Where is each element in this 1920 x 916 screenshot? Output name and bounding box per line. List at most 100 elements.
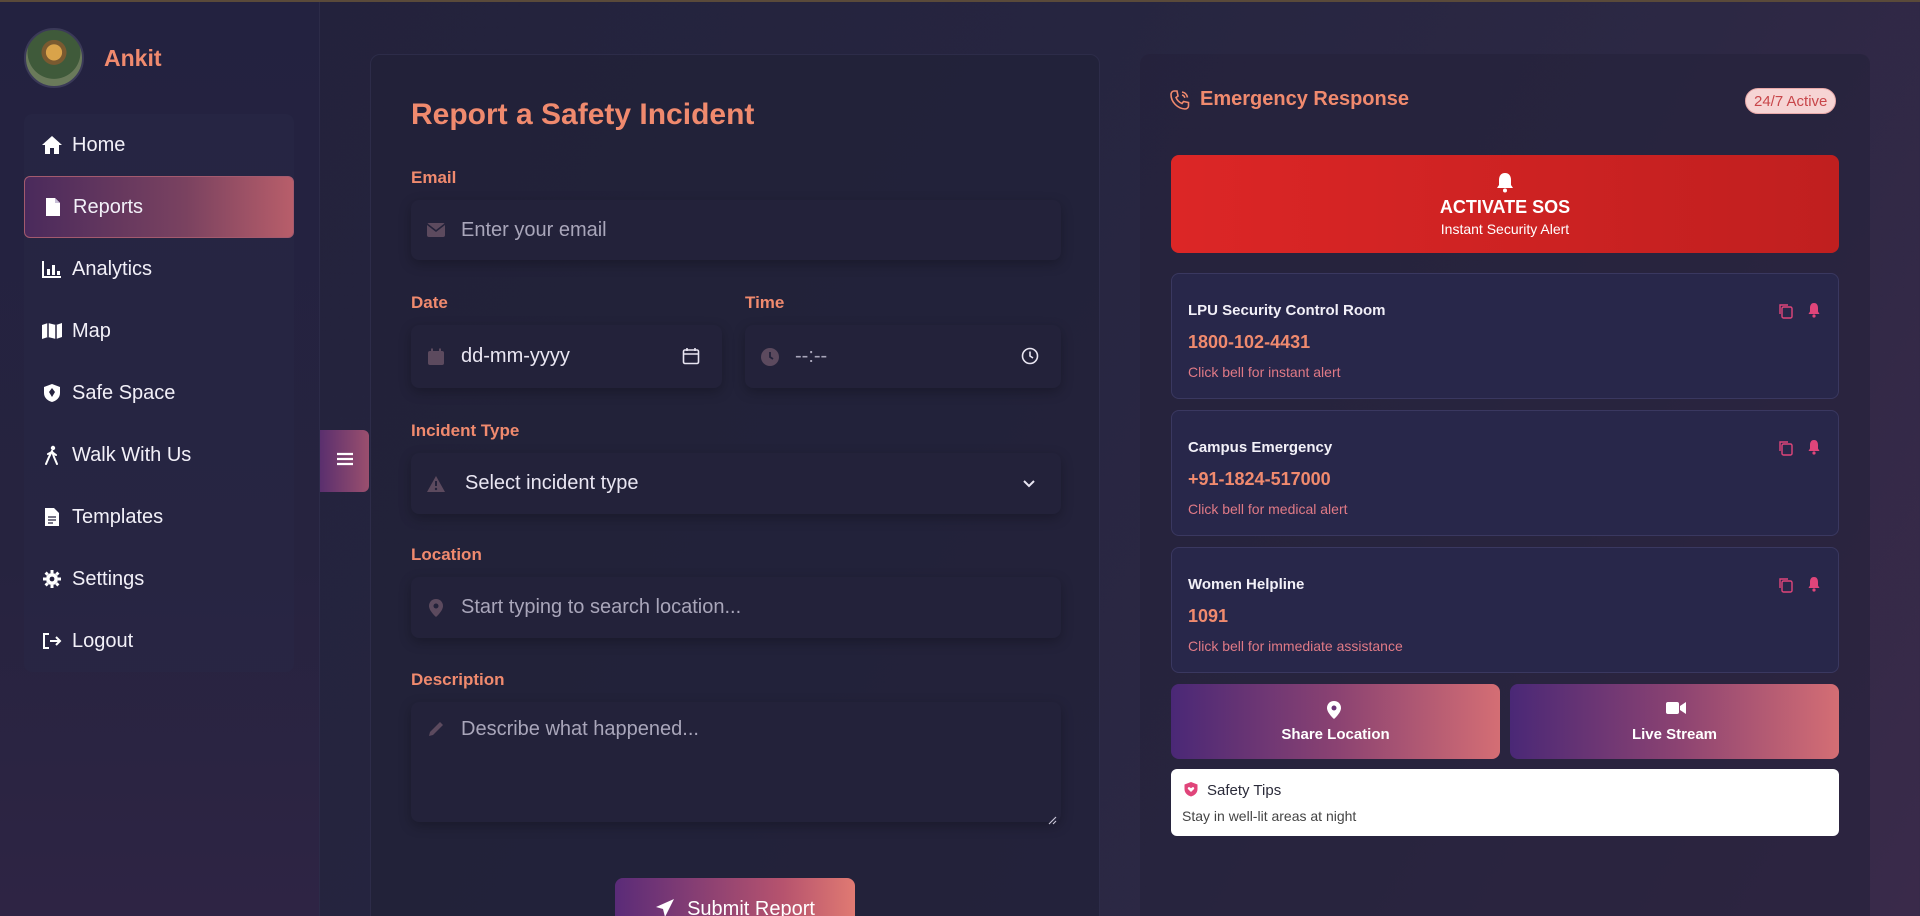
sidebar-nav: Home Reports Analytics Map Safe Space Wa… [24, 114, 294, 672]
safety-tips-text: Stay in well-lit areas at night [1182, 808, 1357, 824]
sos-subtitle: Instant Security Alert [1440, 221, 1570, 237]
sidebar-item-reports[interactable]: Reports [24, 176, 294, 238]
sidebar: Ankit Home Reports Analytics Map Safe Sp… [0, 2, 320, 916]
username: Ankit [104, 44, 162, 71]
map-pin-icon [1326, 700, 1346, 720]
contact-number: +91-1824-517000 [1188, 469, 1331, 489]
sidebar-item-analytics[interactable]: Analytics [24, 238, 294, 300]
contact-name: Campus Emergency [1188, 439, 1333, 456]
sidebar-item-label: Map [72, 319, 111, 342]
copy-icon[interactable] [1778, 303, 1794, 319]
calendar-picker-icon[interactable] [682, 347, 702, 367]
file-icon [40, 505, 64, 529]
share-location-label: Share Location [1281, 726, 1390, 743]
description-textarea[interactable]: Describe what happened... [411, 702, 1061, 825]
pencil-icon [425, 718, 447, 740]
gear-icon [40, 567, 64, 591]
incident-type-select[interactable]: Select incident type [411, 453, 1061, 514]
sidebar-item-settings[interactable]: Settings [24, 548, 294, 610]
sidebar-item-map[interactable]: Map [24, 300, 294, 362]
home-icon [40, 133, 64, 157]
location-placeholder: Start typing to search location... [461, 596, 742, 618]
paper-plane-icon [655, 898, 677, 916]
contact-note: Click bell for medical alert [1188, 501, 1348, 517]
activate-sos-button[interactable]: ACTIVATE SOS Instant Security Alert [1171, 155, 1839, 253]
video-camera-icon [1665, 700, 1686, 720]
time-field[interactable]: --:-- [745, 325, 1061, 388]
hamburger-icon [336, 452, 354, 471]
date-label: Date [411, 293, 448, 312]
sidebar-toggle-button[interactable] [320, 430, 369, 492]
calendar-icon [425, 346, 447, 368]
envelope-icon [425, 219, 447, 241]
sos-title: ACTIVATE SOS [1439, 197, 1571, 217]
avatar[interactable] [24, 28, 84, 88]
live-stream-button[interactable]: Live Stream [1510, 684, 1839, 759]
share-location-button[interactable]: Share Location [1171, 684, 1500, 759]
safety-tips-card: Safety Tips Stay in well-lit areas at ni… [1171, 769, 1839, 836]
location-label: Location [411, 545, 482, 564]
incident-type-value: Select incident type [465, 472, 639, 494]
map-icon [40, 319, 64, 343]
user-profile[interactable]: Ankit [24, 28, 162, 88]
sidebar-item-label: Analytics [72, 257, 153, 280]
sidebar-item-safe-space[interactable]: Safe Space [24, 362, 294, 424]
clock-picker-icon[interactable] [1021, 347, 1041, 367]
sidebar-item-label: Home [72, 133, 126, 156]
contact-name: LPU Security Control Room [1188, 302, 1386, 319]
incident-type-label: Incident Type [411, 421, 520, 440]
bell-icon[interactable] [1806, 439, 1822, 455]
contact-number: 1091 [1188, 606, 1229, 626]
page-title: Report a Safety Incident [411, 98, 755, 131]
sidebar-item-walk-with-us[interactable]: Walk With Us [24, 424, 294, 486]
copy-icon[interactable] [1778, 440, 1794, 456]
email-field[interactable]: Enter your email [411, 200, 1061, 260]
file-icon [41, 195, 65, 219]
bell-icon[interactable] [1806, 302, 1822, 318]
bell-icon [1494, 171, 1516, 193]
email-placeholder: Enter your email [461, 218, 607, 241]
sidebar-item-label: Walk With Us [72, 443, 192, 466]
contact-name: Women Helpline [1188, 576, 1305, 593]
location-input[interactable]: Start typing to search location... [411, 577, 1061, 638]
map-pin-icon [425, 597, 447, 619]
status-badge: 24/7 Active [1745, 88, 1837, 114]
shield-icon [40, 381, 64, 405]
sidebar-item-logout[interactable]: Logout [24, 610, 294, 672]
sidebar-item-label: Reports [73, 195, 144, 218]
clock-icon [759, 346, 781, 368]
description-label: Description [411, 670, 505, 689]
contact-number: 1800-102-4431 [1188, 332, 1311, 352]
description-placeholder: Describe what happened... [461, 718, 699, 740]
date-value: dd-mm-yyyy [461, 345, 570, 367]
live-stream-label: Live Stream [1631, 726, 1718, 743]
emergency-response-title: Emergency Response [1170, 88, 1409, 111]
submit-label: Submit Report [687, 898, 815, 916]
bell-icon[interactable] [1806, 576, 1822, 592]
chevron-down-icon [1021, 474, 1041, 494]
sidebar-item-home[interactable]: Home [24, 114, 294, 176]
time-label: Time [745, 293, 785, 312]
time-value: --:-- [795, 345, 828, 367]
contact-card: LPU Security Control Room 1800-102-4431 … [1171, 273, 1839, 399]
sidebar-item-label: Templates [72, 505, 164, 528]
sidebar-item-label: Logout [72, 629, 134, 652]
warning-icon [425, 473, 447, 495]
emergency-title-text: Emergency Response [1200, 88, 1409, 110]
date-field[interactable]: dd-mm-yyyy [411, 325, 722, 388]
contact-note: Click bell for instant alert [1188, 364, 1341, 380]
submit-report-button[interactable]: Submit Report [615, 878, 855, 916]
contact-card: Campus Emergency +91-1824-517000 Click b… [1171, 410, 1839, 536]
sidebar-item-label: Settings [72, 567, 145, 590]
email-label: Email [411, 168, 457, 187]
safety-tips-title: Safety Tips [1207, 782, 1282, 799]
chart-icon [40, 257, 64, 281]
shield-heart-icon [1183, 781, 1199, 797]
copy-icon[interactable] [1778, 577, 1794, 593]
resize-handle-icon[interactable] [1047, 808, 1057, 825]
walking-icon [40, 443, 64, 467]
sidebar-item-templates[interactable]: Templates [24, 486, 294, 548]
contact-card: Women Helpline 1091 Click bell for immed… [1171, 547, 1839, 673]
logout-icon [40, 629, 64, 653]
sidebar-item-label: Safe Space [72, 381, 176, 404]
